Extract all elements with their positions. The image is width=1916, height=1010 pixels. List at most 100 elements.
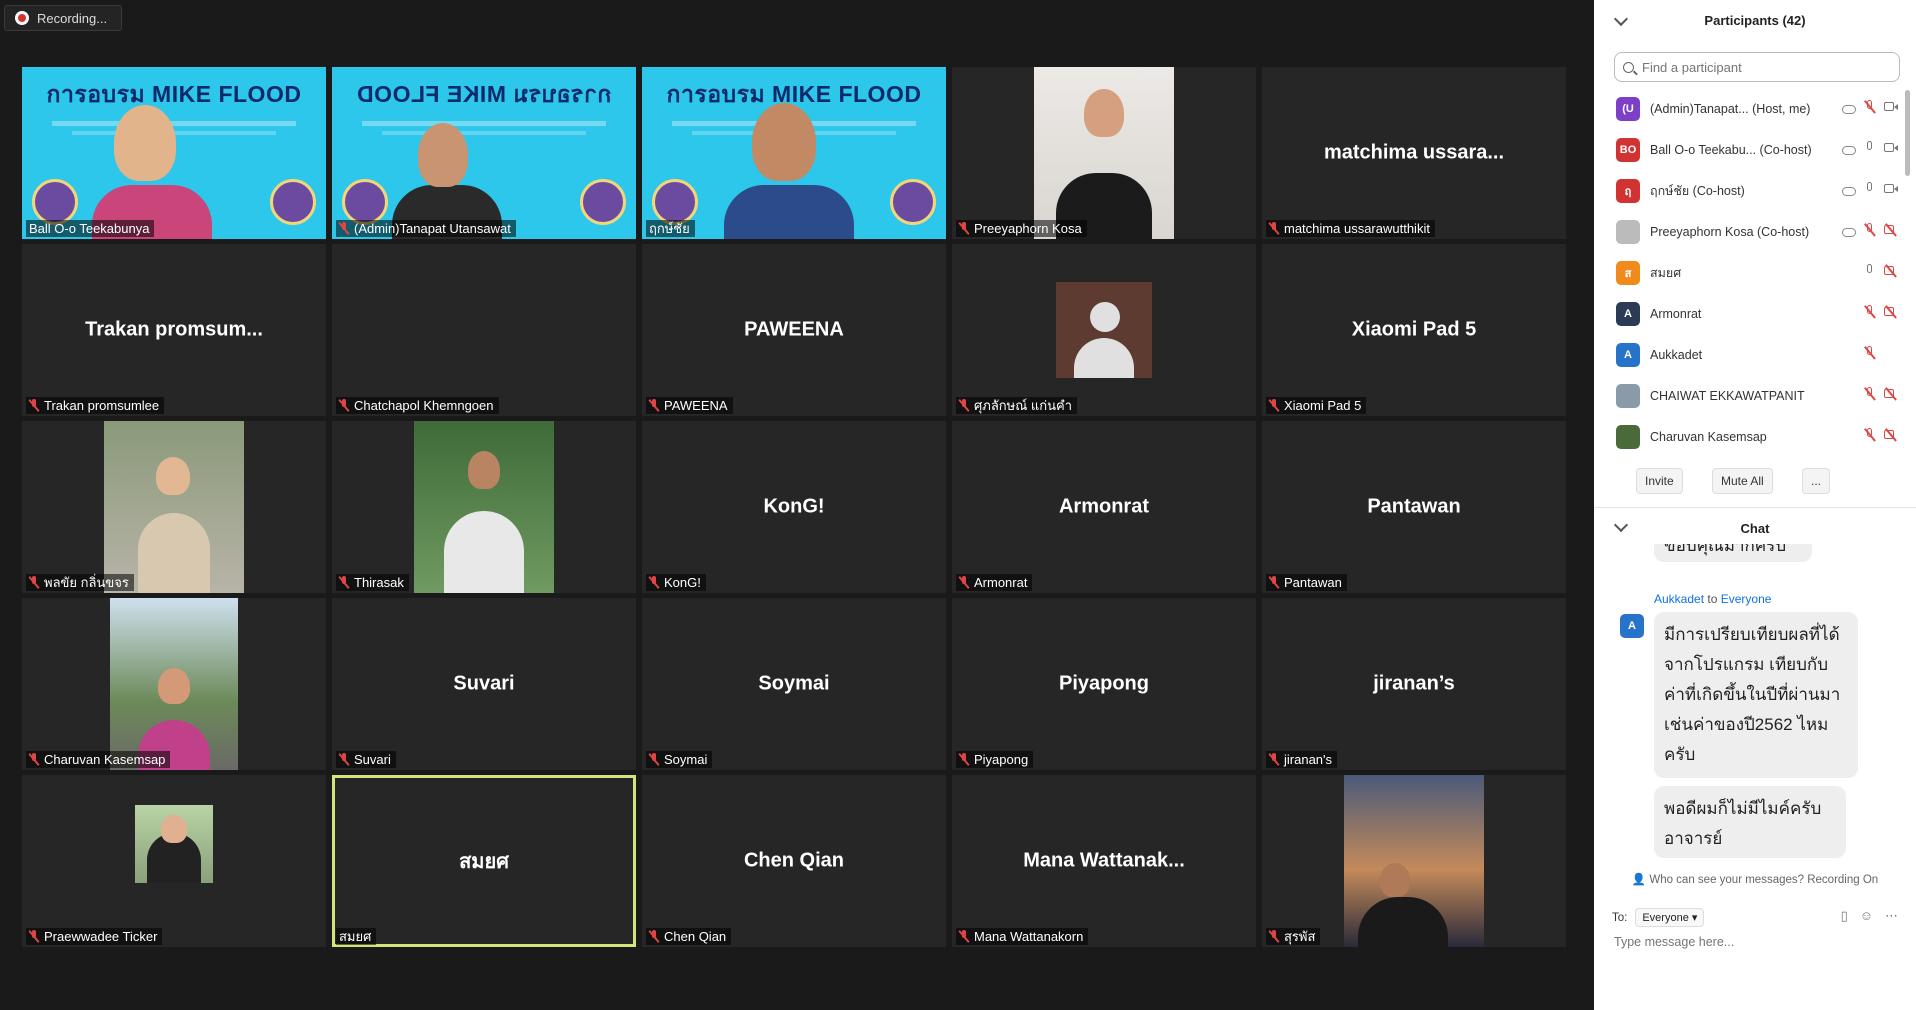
video-off-icon[interactable] — [1884, 223, 1898, 237]
participant-avatar: A — [1616, 342, 1640, 367]
video-tile[interactable]: Chen Qian Chen Qian — [642, 775, 946, 947]
video-icon[interactable] — [1884, 182, 1898, 196]
video-off-icon[interactable] — [1884, 264, 1898, 278]
mute-all-button[interactable]: Mute All — [1712, 468, 1773, 494]
tile-name-text: (Admin)Tanapat Utansawat — [354, 221, 511, 236]
more-button[interactable]: ... — [1802, 468, 1831, 494]
video-tile[interactable]: Praewwadee Ticker — [22, 775, 326, 947]
chat-message-input[interactable] — [1612, 934, 1902, 950]
video-tile[interactable]: Piyapong Piyapong — [952, 598, 1256, 770]
tile-name-label: matchima ussarawutthikit — [1266, 220, 1435, 237]
tile-display-name: Soymai — [758, 672, 830, 695]
invite-button[interactable]: Invite — [1636, 468, 1683, 494]
record-icon — [15, 11, 29, 25]
video-icon[interactable] — [1884, 141, 1898, 155]
tile-name-label: พลขัย กลิ่นขจร — [26, 574, 134, 591]
participant-row[interactable]: BO Ball O-o Teekabu... (Co-host) — [1594, 129, 1904, 170]
file-icon[interactable]: ▯ — [1841, 908, 1848, 924]
tile-name-label: Chen Qian — [646, 928, 732, 945]
participant-search-input[interactable] — [1640, 58, 1884, 76]
participant-row[interactable]: (U (Admin)Tanapat... (Host, me) — [1594, 88, 1904, 129]
compose-tools: ▯ ☺ ⋯ — [1841, 908, 1898, 924]
video-tile[interactable]: matchima ussara... matchima ussarawutthik… — [1262, 67, 1566, 239]
seal-logo — [342, 179, 388, 225]
video-tile[interactable]: สุรพัส — [1262, 775, 1566, 947]
video-tile[interactable]: Preeyaphorn Kosa — [952, 67, 1256, 239]
participant-name: Armonrat — [1650, 306, 1702, 321]
participant-status-icons — [1842, 100, 1898, 114]
mic-icon[interactable] — [1863, 264, 1877, 278]
video-tile[interactable]: Thirasak — [332, 421, 636, 593]
video-tile[interactable]: การอบรม MIKE FLOOD (Admin)Tanapat Utansaw… — [332, 67, 636, 239]
mic-muted-icon[interactable] — [1863, 223, 1877, 237]
mic-muted-icon[interactable] — [1863, 100, 1877, 114]
participant-row[interactable]: Preeyaphorn Kosa (Co-host) — [1594, 211, 1904, 252]
participant-scrollbar[interactable] — [1904, 88, 1911, 458]
mic-muted-icon — [649, 576, 659, 589]
participant-name: Aukkadet — [1650, 347, 1703, 362]
participant-row[interactable]: CHAIWAT EKKAWATPANIT — [1594, 375, 1904, 416]
background-text-line — [362, 121, 606, 126]
video-tile[interactable]: Pantawan Pantawan — [1262, 421, 1566, 593]
participant-search[interactable] — [1614, 52, 1900, 82]
cloud-record-icon — [1842, 227, 1856, 237]
video-tile[interactable]: Chatchapol Khemngoen — [332, 244, 636, 416]
mic-muted-icon[interactable] — [1863, 387, 1877, 401]
recipient-dropdown[interactable]: Everyone ▾ — [1635, 908, 1705, 927]
tile-name-text: Chatchapol Khemngoen — [354, 398, 494, 413]
participant-status-icons — [1863, 264, 1898, 278]
video-tile[interactable]: PAWEENA PAWEENA — [642, 244, 946, 416]
video-tile[interactable]: Trakan promsum... Trakan promsumlee — [22, 244, 326, 416]
scrollbar-thumb[interactable] — [1905, 90, 1910, 176]
chat-sender[interactable]: Aukkadet — [1654, 592, 1704, 606]
video-off-icon[interactable] — [1884, 387, 1898, 401]
participant-row[interactable]: ฤ ฤกษ์ชัย (Co-host) — [1594, 170, 1904, 211]
video-tile[interactable]: Suvari Suvari — [332, 598, 636, 770]
emoji-icon[interactable]: ☺ — [1860, 908, 1873, 924]
more-options-icon[interactable]: ⋯ — [1885, 908, 1898, 924]
tile-name-label: (Admin)Tanapat Utansawat — [336, 220, 516, 237]
video-off-icon[interactable] — [1884, 428, 1898, 442]
video-tile[interactable]: Xiaomi Pad 5 Xiaomi Pad 5 — [1262, 244, 1566, 416]
participant-name: Charuvan Kasemsap — [1650, 429, 1767, 444]
participant-row[interactable]: A Aukkadet — [1594, 334, 1904, 375]
video-tile[interactable]: jiranan’s jiranan's — [1262, 598, 1566, 770]
recording-indicator[interactable]: Recording... — [4, 5, 123, 31]
video-icon[interactable] — [1884, 100, 1898, 114]
mic-muted-icon[interactable] — [1863, 346, 1877, 360]
video-tile[interactable]: พลขัย กลิ่นขจร — [22, 421, 326, 593]
tile-name-text: PAWEENA — [664, 398, 728, 413]
profile-photo — [1034, 67, 1174, 239]
virtual-background: การอบรม MIKE FLOOD — [642, 67, 946, 239]
video-tile[interactable]: ศุภลักษณ์ แก่นคำ — [952, 244, 1256, 416]
participant-avatar: (U — [1616, 96, 1640, 121]
message-visibility-info[interactable]: 👤 Who can see your messages? Recording O… — [1594, 872, 1916, 886]
chat-to-word: to — [1707, 592, 1718, 606]
mic-muted-icon — [959, 753, 969, 766]
video-tile[interactable]: Soymai Soymai — [642, 598, 946, 770]
video-tile[interactable]: การอบรม MIKE FLOOD Ball O-o Teekabunya — [22, 67, 326, 239]
participant-row[interactable]: ส สมยศ — [1594, 252, 1904, 293]
mic-muted-icon — [1269, 576, 1279, 589]
video-tile[interactable]: การอบรม MIKE FLOOD ฤกษ์ชัย — [642, 67, 946, 239]
virtual-background: การอบรม MIKE FLOOD — [22, 67, 326, 239]
mic-muted-icon[interactable] — [1863, 428, 1877, 442]
video-tile[interactable]: KonG! KonG! — [642, 421, 946, 593]
video-tile[interactable]: Mana Wattanak... Mana Wattanakorn — [952, 775, 1256, 947]
participant-status-icons — [1842, 182, 1898, 196]
video-tile[interactable]: Charuvan Kasemsap — [22, 598, 326, 770]
mic-icon[interactable] — [1863, 182, 1877, 196]
mic-icon[interactable] — [1863, 141, 1877, 155]
video-tile[interactable]: สมยศ สมยศ — [332, 775, 636, 947]
video-off-icon[interactable] — [1884, 305, 1898, 319]
tile-name-label: KonG! — [646, 574, 706, 591]
participant-avatar: A — [1616, 301, 1640, 326]
participant-name: Ball O-o Teekabu... (Co-host) — [1650, 142, 1812, 157]
participant-row[interactable]: Charuvan Kasemsap — [1594, 416, 1904, 457]
participant-face — [752, 103, 816, 181]
mic-muted-icon[interactable] — [1863, 305, 1877, 319]
tile-name-text: Charuvan Kasemsap — [44, 752, 166, 767]
video-tile[interactable]: Armonrat Armonrat — [952, 421, 1256, 593]
chat-bubble-partial: ขอบคุณมากครับ — [1654, 544, 1812, 562]
participant-row[interactable]: A Armonrat — [1594, 293, 1904, 334]
